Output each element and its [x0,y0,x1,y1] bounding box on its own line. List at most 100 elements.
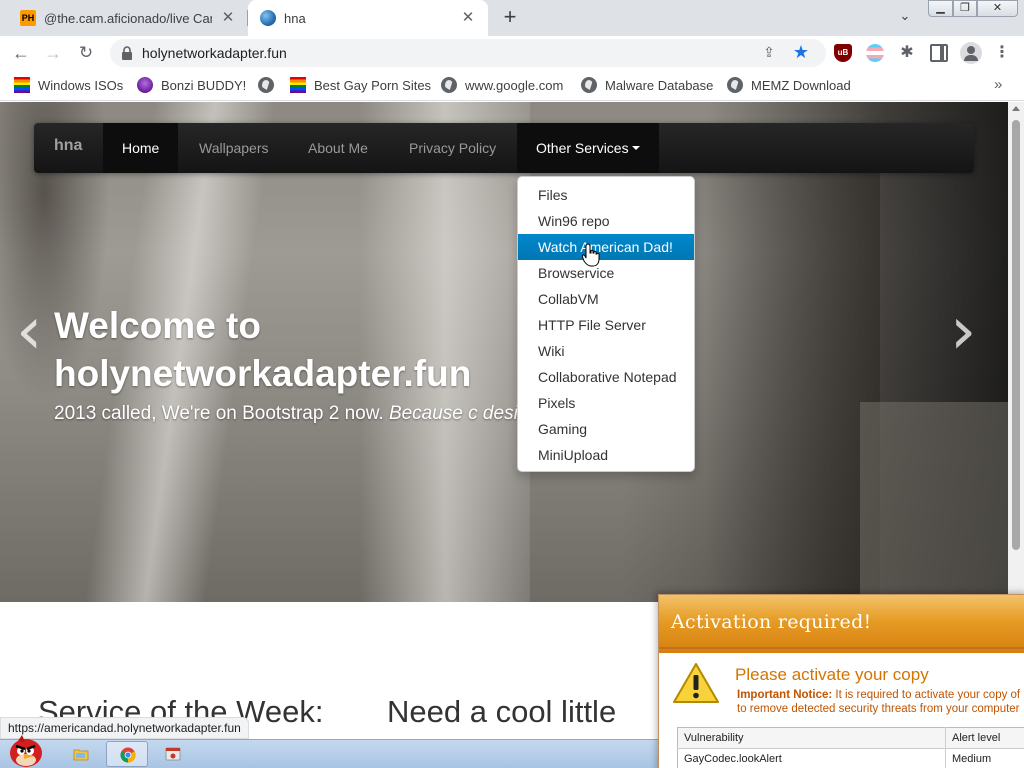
nav-other-services[interactable]: Other Services [517,123,659,173]
url-text[interactable]: holynetworkadapter.fun [142,45,287,61]
bookmark-google[interactable]: www.google.com [441,76,563,94]
site-navbar: hna Home Wallpapers About Me Privacy Pol… [34,123,974,173]
bookmark-label: MEMZ Download [751,77,851,93]
dropdown-item-miniupload[interactable]: MiniUpload [518,442,694,468]
nav-home[interactable]: Home [103,123,179,173]
reload-button[interactable]: ↻ [74,41,98,65]
threats-table: Vulnerability Alert level GayCodec.lookA… [677,727,1024,768]
bookmarks-overflow-icon[interactable]: » [994,76,1002,93]
hero-title: Welcome to holynetworkadapter.fun [54,305,472,394]
window-close-button[interactable]: ✕ [977,0,1018,17]
column-header: Alert level [945,727,1024,749]
bookmark-windows-isos[interactable]: Windows ISOs [14,76,123,94]
purple-ape-icon [137,77,153,93]
need-cool-heading: Need a cool little [387,694,617,729]
side-panel-icon[interactable] [930,44,948,62]
bookmark-bonzi-buddy[interactable]: Bonzi BUDDY! [137,76,246,94]
table-cell: GayCodec.lookAlert [677,748,946,768]
new-tab-button[interactable]: + [498,6,522,30]
dropdown-item-pixels[interactable]: Pixels [518,390,694,416]
warning-icon [673,663,719,703]
minimize-button[interactable]: ▁ [928,0,953,17]
dropdown-item-browservice[interactable]: Browservice [518,260,694,286]
popup-title-bar[interactable]: Activation required! [659,595,1024,653]
tab-strip: PH @the.cam.aficionado/live Cam ✕ hna ✕ … [0,0,1024,36]
taskbar-app[interactable] [152,741,194,767]
close-icon[interactable]: ✕ [460,10,476,26]
carousel-next-icon[interactable]: › [950,292,976,369]
bookmark-label: www.google.com [465,77,564,93]
extensions-puzzle-icon[interactable]: ✱ [898,44,916,62]
rainbow-flag-icon [290,77,306,93]
globe-icon [441,77,457,93]
back-button[interactable]: ← [9,41,33,65]
popup-heading: Please activate your copy [735,665,929,684]
popup-divider [659,647,1024,649]
hero-shade [860,402,1008,602]
bookmark-label: Windows ISOs [38,77,124,93]
flag-extension-icon[interactable] [866,44,884,62]
dropdown-item-wiki[interactable]: Wiki [518,338,694,364]
tab-title: hna [284,10,306,26]
bookmark-label: Bonzi BUDDY! [161,77,247,93]
table-row[interactable]: GayCodec.lookAlert Medium [677,748,1024,768]
popup-title: Activation required! [671,611,872,633]
bookmark-malware-database[interactable]: Malware Database [581,76,713,94]
bookmark-untitled[interactable] [258,76,282,94]
globe-icon [260,10,276,26]
forward-button[interactable]: → [41,41,65,65]
restore-button[interactable]: ❐ [953,0,977,17]
chevron-down-icon[interactable]: ⌄ [896,8,914,26]
dropdown-item-win96-repo[interactable]: Win96 repo [518,208,694,234]
nav-about-me[interactable]: About Me [289,123,387,173]
profile-avatar[interactable] [960,42,982,64]
angry-bird-start-icon[interactable] [4,733,48,768]
chrome-icon [120,747,136,763]
dropdown-item-gaming[interactable]: Gaming [518,416,694,442]
share-icon[interactable]: ⇪ [760,44,778,62]
nav-other-services-label: Other Services [536,140,629,156]
ph-favicon-icon: PH [20,10,36,26]
ublock-icon[interactable]: uB [834,44,852,62]
dropdown-item-collabvm[interactable]: CollabVM [518,286,694,312]
bookmarks-bar: Windows ISOs Bonzi BUDDY! Best Gay Porn … [0,70,1024,101]
address-bar[interactable]: holynetworkadapter.fun ⇪ ★ [110,39,826,67]
dropdown-item-files[interactable]: Files [518,182,694,208]
globe-icon [258,77,274,93]
hero-subtitle-plain: 2013 called, We're on Bootstrap 2 now. [54,403,389,424]
dropdown-item-collaborative-notepad[interactable]: Collaborative Notepad [518,364,694,390]
brand-logo[interactable]: hna [54,137,82,155]
nav-privacy-policy[interactable]: Privacy Policy [390,123,515,173]
scroll-thumb[interactable] [1012,120,1020,550]
hero-carousel: ‹ › Welcome to holynetworkadapter.fun 20… [0,102,1008,602]
bookmark-label: Best Gay Porn Sites [314,77,432,93]
dropdown-item-watch-american-dad[interactable]: Watch American Dad! [518,234,694,260]
scroll-up-icon[interactable] [1012,106,1020,111]
bookmark-best-gay-porn-sites[interactable]: Best Gay Porn Sites [290,76,431,94]
lock-icon[interactable] [121,46,133,60]
kebab-menu-icon[interactable]: ⋮ [994,42,1010,64]
bookmark-star-icon[interactable]: ★ [791,42,811,62]
activation-popup: Activation required! Please activate you… [658,594,1024,768]
rainbow-flag-icon [14,77,30,93]
taskbar-chrome[interactable] [106,741,148,767]
other-services-dropdown: Files Win96 repo Watch American Dad! Bro… [517,176,695,472]
caret-down-icon [631,146,640,150]
nav-wallpapers[interactable]: Wallpapers [180,123,288,173]
notice-line-1: It is required to activate your copy of [832,689,1021,701]
table-header-row: Vulnerability Alert level [677,727,1024,749]
carousel-prev-icon[interactable]: ‹ [16,292,42,369]
close-icon[interactable]: ✕ [220,10,236,26]
taskbar-explorer[interactable] [60,741,102,767]
bookmark-memz-download[interactable]: MEMZ Download [727,76,851,94]
bookmark-label: Malware Database [605,77,714,93]
tab-cam[interactable]: PH @the.cam.aficionado/live Cam ✕ [8,0,248,36]
hand-cursor-icon [582,243,600,267]
tab-hna[interactable]: hna ✕ [248,0,488,36]
dropdown-item-http-file-server[interactable]: HTTP File Server [518,312,694,338]
table-cell: Medium [945,748,1024,768]
notice-line-2: to remove detected security threats from… [737,703,1020,715]
tab-title: @the.cam.aficionado/live Cam [44,10,212,26]
app-window-icon [165,747,181,761]
folder-icon [73,749,89,761]
